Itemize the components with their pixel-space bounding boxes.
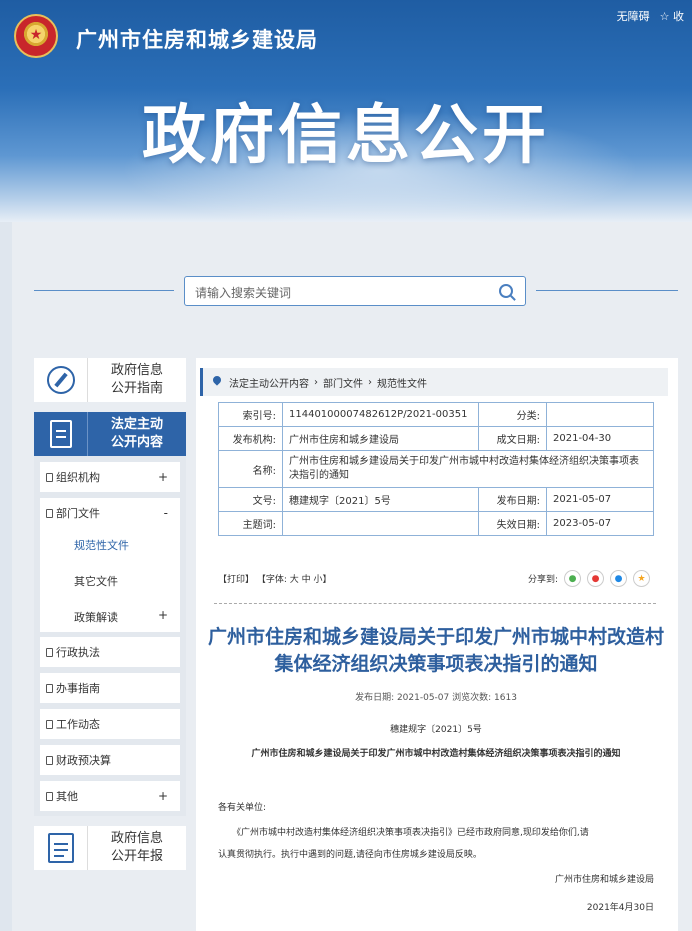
- meta-label: 失效日期:: [478, 511, 547, 536]
- meta-label: 发布日期:: [478, 487, 547, 512]
- menu-label: 财政预决算: [56, 754, 111, 767]
- star-icon: ★: [29, 27, 43, 43]
- sidebar-item-org[interactable]: 组织机构 +: [40, 462, 180, 492]
- print-button[interactable]: 【打印】: [218, 575, 254, 585]
- sidebar-item-news[interactable]: 工作动态: [40, 709, 180, 739]
- body-paragraph: 《广州市城中村改造村集体经济组织决策事项表决指引》已经市政府同意,现印发给你们,…: [232, 828, 589, 838]
- meta-value: [546, 402, 654, 427]
- accessibility-link[interactable]: 无障碍: [617, 8, 650, 24]
- breadcrumb-item[interactable]: 部门文件: [323, 375, 363, 390]
- meta-value: 11440100007482612P/2021-00351: [282, 402, 479, 427]
- sidebar-item-guide[interactable]: 办事指南: [40, 673, 180, 703]
- doc-bullet-icon: [46, 508, 53, 518]
- doc-bullet-icon: [46, 755, 53, 765]
- menu-label: 工作动态: [56, 718, 100, 731]
- salutation: 各有关单位:: [218, 803, 267, 813]
- search-input[interactable]: 请输入搜索关键词: [184, 276, 526, 306]
- qzone-icon[interactable]: ★: [633, 570, 651, 587]
- search-placeholder: 请输入搜索关键词: [195, 286, 292, 300]
- meta-value: [282, 511, 479, 536]
- meta-value: 2023-05-07: [546, 511, 654, 536]
- sidebar-annual-label: 政府信息 公开年报: [110, 831, 163, 864]
- sidebar-active-content[interactable]: 法定主动 公开内容: [34, 412, 186, 456]
- meta-label: 索引号:: [218, 402, 283, 427]
- body-paragraph: 认真贯彻执行。执行中遇到的问题,请径向市住房城乡建设局反映。: [218, 850, 482, 860]
- meta-label: 发布机构:: [218, 426, 283, 451]
- document-icon: [49, 420, 72, 448]
- national-emblem-icon: ★: [14, 14, 58, 58]
- breadcrumb-separator-icon: ›: [314, 376, 318, 388]
- sidebar-item-dept[interactable]: 部门文件 -: [40, 498, 180, 528]
- menu-label: 部门文件: [56, 507, 100, 520]
- breadcrumb-item[interactable]: 规范性文件: [377, 375, 427, 390]
- share-bar: 分享到: ● ● ● ★: [528, 570, 651, 587]
- metadata-table: 索引号: 11440100007482612P/2021-00351 分类: 发…: [218, 402, 654, 536]
- sidebar-item-other[interactable]: 其他 +: [40, 781, 180, 811]
- divider: [214, 603, 656, 604]
- header-banner: ★ 广州市住房和城乡建设局 无障碍 ☆ 收 政府信息公开: [0, 0, 692, 222]
- sidebar-annual-report[interactable]: 政府信息 公开年报: [34, 826, 186, 870]
- guide-icon-wrap: [34, 358, 88, 402]
- meta-label: 分类:: [478, 402, 547, 427]
- signer: 广州市住房和城乡建设局: [554, 875, 654, 885]
- site-title[interactable]: 广州市住房和城乡建设局: [76, 24, 318, 54]
- breadcrumb-separator-icon: ›: [368, 376, 372, 388]
- article-tools: 【打印】 【字体: 大 中 小】: [218, 572, 332, 585]
- banner-title: 政府信息公开: [142, 99, 550, 173]
- doc-bullet-icon: [46, 719, 53, 729]
- meta-label: 名称:: [218, 450, 283, 488]
- compass-icon: [46, 366, 75, 394]
- expand-icon[interactable]: +: [158, 608, 168, 622]
- active-icon-wrap: [34, 412, 88, 456]
- expand-icon[interactable]: +: [158, 789, 168, 803]
- wechat-icon[interactable]: ●: [564, 570, 582, 587]
- meta-label: 文号:: [218, 487, 283, 512]
- doc-bullet-icon: [46, 683, 53, 693]
- search-icon[interactable]: [499, 284, 513, 298]
- meta-value: 广州市住房和城乡建设局关于印发广州市城中村改造村集体经济组织决策事项表决指引的通…: [282, 450, 654, 488]
- sidebar-guide-label: 政府信息 公开指南: [110, 363, 163, 396]
- search-divider-left: [34, 290, 174, 291]
- meta-value: 穗建规字〔2021〕5号: [282, 487, 479, 512]
- doc-bullet-icon: [46, 472, 53, 482]
- weibo-icon[interactable]: ●: [587, 570, 605, 587]
- menu-label: 办事指南: [56, 682, 100, 695]
- breadcrumb: 法定主动公开内容 › 部门文件 › 规范性文件: [200, 368, 668, 396]
- collapse-icon[interactable]: -: [164, 506, 168, 520]
- sidebar-item-enforcement[interactable]: 行政执法: [40, 637, 180, 667]
- qq-icon[interactable]: ●: [610, 570, 628, 587]
- annual-icon-wrap: [34, 826, 88, 870]
- expand-icon[interactable]: +: [158, 470, 168, 484]
- doc-bullet-icon: [46, 791, 53, 801]
- location-pin-icon: [211, 374, 223, 386]
- sidebar-guide[interactable]: 政府信息 公开指南: [34, 358, 186, 402]
- sidebar-subitem-other[interactable]: 其它文件: [74, 573, 118, 589]
- meta-value: 2021-05-07: [546, 487, 654, 512]
- top-links: 无障碍 ☆ 收: [617, 8, 684, 24]
- menu-label: 其他: [56, 790, 78, 803]
- breadcrumb-item[interactable]: 法定主动公开内容: [229, 375, 309, 390]
- signature-date: 2021年4月30日: [586, 903, 654, 913]
- menu-label: 组织机构: [56, 471, 100, 484]
- article-meta: 发布日期: 2021-05-07 浏览次数: 1613: [355, 693, 517, 703]
- sidebar-subitem-interpretation[interactable]: 政策解读: [74, 609, 118, 625]
- font-size-control[interactable]: 【字体: 大 中 小】: [257, 575, 332, 585]
- sidebar-active-label: 法定主动 公开内容: [110, 417, 163, 450]
- meta-label: 成文日期:: [478, 426, 547, 451]
- document-title: 广州市住房和城乡建设局关于印发广州市城中村改造村集体经济组织决策事项表决指引的通…: [251, 749, 621, 759]
- meta-value: 广州市住房和城乡建设局: [282, 426, 479, 451]
- share-label: 分享到:: [528, 575, 559, 585]
- sidebar-subitem-normative[interactable]: 规范性文件: [74, 537, 129, 553]
- meta-value: 2021-04-30: [546, 426, 654, 451]
- article-title: 广州市住房和城乡建设局关于印发广州市城中村改造村集体经济组织决策事项表决指引的通…: [207, 626, 664, 675]
- document-number: 穗建规字〔2021〕5号: [390, 725, 482, 735]
- sidebar-item-budget[interactable]: 财政预决算: [40, 745, 180, 775]
- doc-bullet-icon: [46, 647, 53, 657]
- favorite-link[interactable]: ☆ 收: [660, 8, 684, 24]
- meta-label: 主题词:: [218, 511, 283, 536]
- menu-label: 行政执法: [56, 646, 100, 659]
- report-icon: [47, 833, 74, 863]
- search-divider-right: [536, 290, 678, 291]
